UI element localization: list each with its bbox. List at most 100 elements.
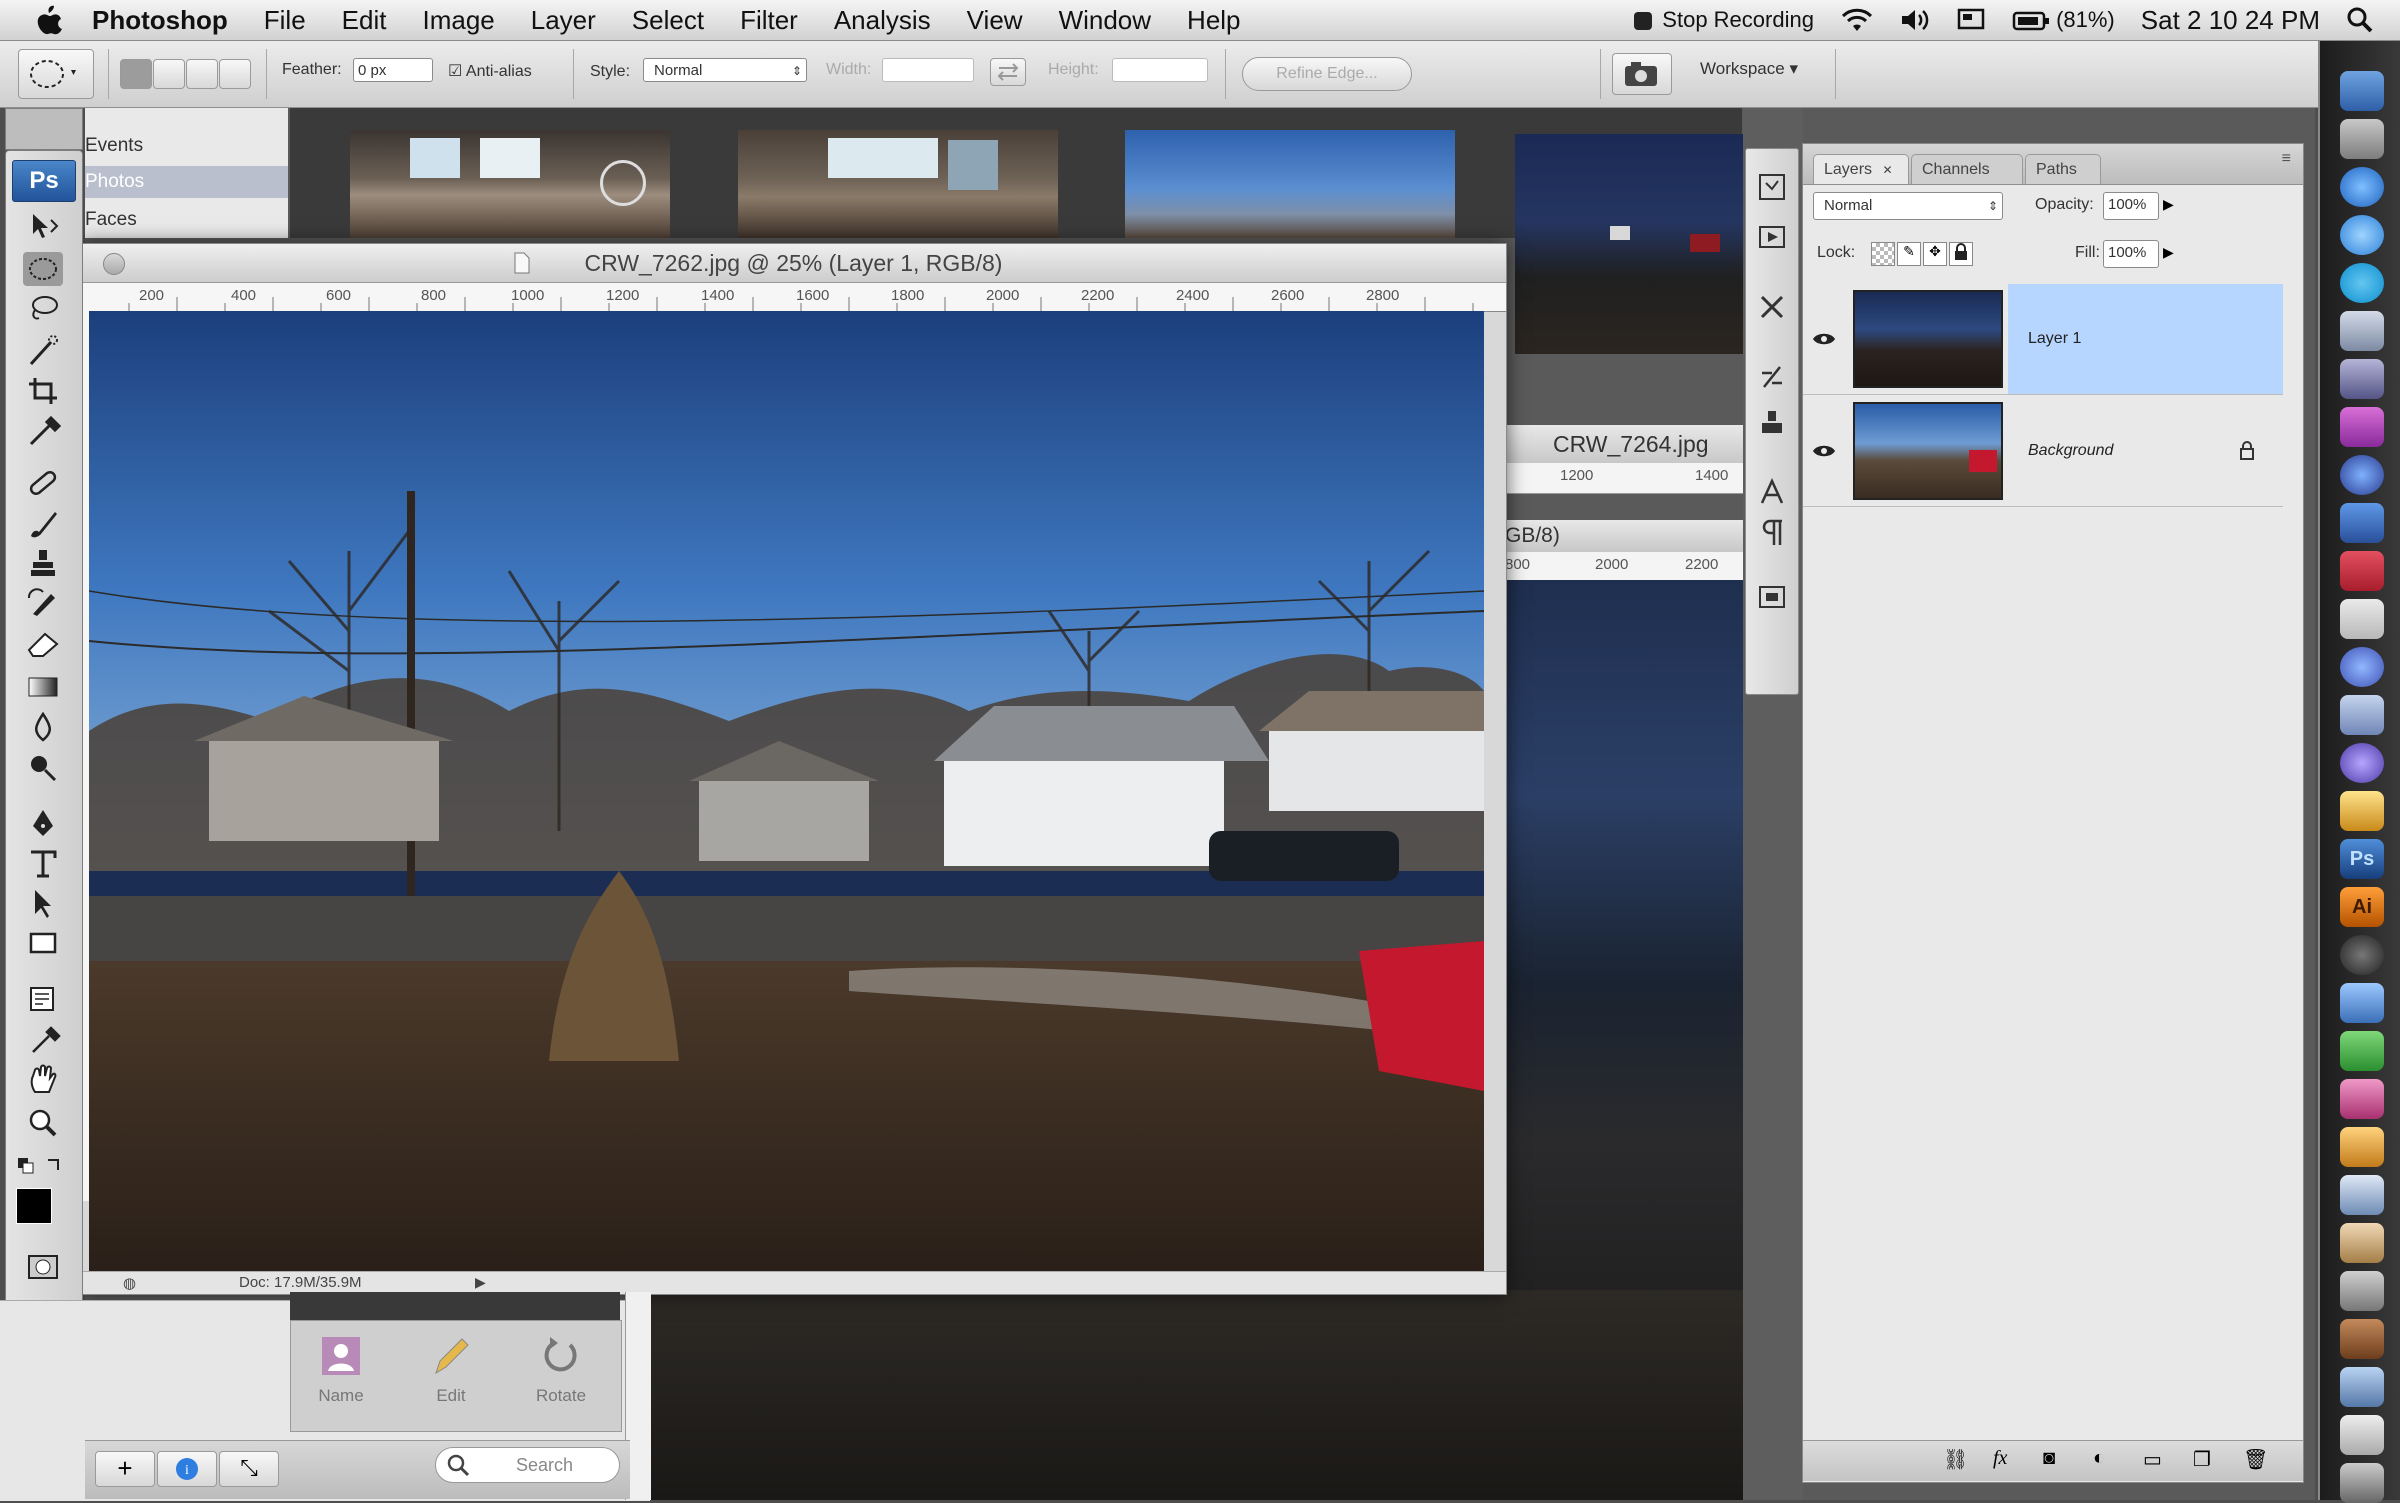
horizontal-ruler[interactable]: 200 400 600 800 1000 1200 1400 1600 1800…	[81, 283, 1506, 312]
stop-recording-button[interactable]: Stop Recording	[1634, 7, 1814, 33]
opacity-input[interactable]: 100%	[2103, 192, 2159, 220]
name-action-button[interactable]: Name	[291, 1321, 391, 1431]
layer-name-area[interactable]: Layer 1	[2008, 284, 2283, 394]
dodge-tool-icon[interactable]	[23, 750, 63, 784]
battery-status[interactable]: (81%)	[2012, 7, 2115, 33]
menu-app-name[interactable]: Photoshop	[92, 5, 228, 36]
swap-dimensions-button[interactable]	[990, 58, 1026, 86]
clone-source-icon[interactable]	[1754, 405, 1790, 441]
intersect-selection-button[interactable]	[219, 59, 251, 89]
foreground-color-swatch[interactable]	[16, 1188, 52, 1224]
thumbnail-image[interactable]	[1125, 130, 1455, 238]
trash-icon[interactable]	[2340, 1463, 2384, 1503]
wifi-icon[interactable]	[1840, 7, 1874, 33]
layer-row-background[interactable]: Background	[1803, 396, 2283, 507]
width-input[interactable]	[882, 58, 974, 82]
volume-icon[interactable]	[1900, 7, 1930, 33]
layer-style-icon[interactable]: fx	[1993, 1447, 2007, 1470]
system-preferences-icon[interactable]	[2340, 119, 2384, 159]
link-layers-icon[interactable]: ⛓	[1943, 1447, 1968, 1472]
opacity-slider-arrow-icon[interactable]: ▶	[2163, 196, 2174, 213]
app-green-icon[interactable]	[2340, 1031, 2384, 1071]
gradient-tool-icon[interactable]	[23, 670, 63, 704]
add-mask-icon[interactable]: ◙	[2043, 1447, 2055, 1470]
quick-selection-tool-icon[interactable]	[23, 334, 63, 368]
lock-image-icon[interactable]: ✎	[1897, 242, 1921, 266]
lock-position-icon[interactable]: ✥	[1923, 242, 1947, 266]
fill-input[interactable]: 100%	[2103, 240, 2159, 268]
app-yellow-icon[interactable]	[2340, 1127, 2384, 1167]
history-brush-tool-icon[interactable]	[23, 586, 63, 620]
clone-stamp-tool-icon[interactable]	[23, 546, 63, 580]
app-tan-icon[interactable]	[2340, 1223, 2384, 1263]
style-select[interactable]: Normal ⇕	[643, 58, 807, 82]
thumbnail-image[interactable]	[738, 130, 1058, 238]
workspace-menu[interactable]: Workspace ▾	[1700, 59, 1798, 79]
move-tool-icon[interactable]	[23, 210, 63, 244]
spotlight-search-icon[interactable]	[2346, 6, 2374, 34]
close-tab-icon[interactable]: ✕	[1882, 163, 1892, 177]
layer-name-area[interactable]: Background	[2008, 396, 2283, 506]
app-grey-icon[interactable]	[2340, 1271, 2384, 1311]
app-pen-icon[interactable]	[2340, 983, 2384, 1023]
notes-tool-icon[interactable]	[23, 982, 63, 1016]
default-colors-icon[interactable]	[16, 1156, 66, 1180]
safari-icon[interactable]	[2340, 167, 2384, 207]
app-pink-icon[interactable]	[2340, 1079, 2384, 1119]
refine-edge-button[interactable]: Refine Edge...	[1242, 57, 1412, 91]
sidebar-item-faces[interactable]: Faces	[85, 204, 288, 236]
new-group-icon[interactable]: ▭	[2143, 1447, 2162, 1472]
menu-window[interactable]: Window	[1059, 5, 1151, 36]
app-globe-icon[interactable]	[2340, 455, 2384, 495]
zoom-tool-icon[interactable]	[23, 1106, 63, 1140]
rotate-action-button[interactable]: Rotate	[511, 1321, 611, 1431]
thumbnail-image[interactable]	[1515, 134, 1745, 354]
subtract-selection-button[interactable]	[186, 59, 218, 89]
app-window-icon[interactable]	[2340, 1175, 2384, 1215]
skype-icon[interactable]	[2340, 263, 2384, 303]
preview-icon[interactable]	[2340, 695, 2384, 735]
menu-analysis[interactable]: Analysis	[834, 5, 931, 36]
address-book-icon[interactable]	[2340, 359, 2384, 399]
display-icon[interactable]	[1956, 7, 1986, 33]
thumbnail-image[interactable]	[350, 130, 670, 238]
navigator-panel-icon[interactable]	[1754, 579, 1790, 615]
lock-transparent-icon[interactable]	[1871, 242, 1895, 266]
character-panel-icon[interactable]	[1754, 475, 1790, 511]
panel-menu-icon[interactable]: ≡	[2282, 150, 2291, 168]
tab-channels[interactable]: Channels	[1911, 154, 2023, 184]
paragraph-panel-icon[interactable]	[1754, 515, 1790, 551]
tool-preset-picker[interactable]	[18, 49, 94, 99]
tools-panel-header[interactable]	[5, 108, 83, 150]
height-input[interactable]	[1112, 58, 1208, 82]
actions-panel-icon[interactable]	[1754, 219, 1790, 255]
app-brown-icon[interactable]	[2340, 1319, 2384, 1359]
menu-clock[interactable]: Sat 2 10 24 PM	[2141, 5, 2320, 36]
photoshop-dock-icon[interactable]: Ps	[2340, 839, 2384, 879]
menu-layer[interactable]: Layer	[531, 5, 596, 36]
lasso-tool-icon[interactable]	[23, 292, 63, 326]
itunes-icon[interactable]	[2340, 407, 2384, 447]
edit-action-button[interactable]: Edit	[401, 1321, 501, 1431]
pen-tool-icon[interactable]	[23, 806, 63, 840]
tool-presets-icon[interactable]	[1754, 289, 1790, 325]
sidebar-item-events[interactable]: Events	[85, 130, 288, 162]
dashboard-icon[interactable]	[2340, 743, 2384, 783]
status-menu-arrow-icon[interactable]: ▶	[475, 1274, 486, 1291]
tab-paths[interactable]: Paths	[2025, 154, 2101, 184]
document-titlebar[interactable]: CRW_7262.jpg @ 25% (Layer 1, RGB/8)	[81, 244, 1506, 283]
type-tool-icon[interactable]	[23, 846, 63, 880]
menu-select[interactable]: Select	[632, 5, 704, 36]
brush-tool-icon[interactable]	[23, 506, 63, 540]
sidebar-item-photos[interactable]: Photos	[85, 166, 288, 198]
delete-layer-icon[interactable]: 🗑	[2243, 1447, 2268, 1472]
fullscreen-button[interactable]: ⤡	[219, 1451, 279, 1487]
fill-slider-arrow-icon[interactable]: ▶	[2163, 244, 2174, 261]
quick-mask-icon[interactable]	[23, 1250, 63, 1284]
iphoto-icon[interactable]	[2340, 791, 2384, 831]
blend-mode-select[interactable]: Normal ⇕	[1813, 192, 2003, 220]
document-canvas[interactable]	[89, 311, 1484, 1271]
eyedropper-sample-tool-icon[interactable]	[23, 1022, 63, 1056]
eraser-tool-icon[interactable]	[23, 626, 63, 660]
stickies-icon[interactable]	[2340, 599, 2384, 639]
